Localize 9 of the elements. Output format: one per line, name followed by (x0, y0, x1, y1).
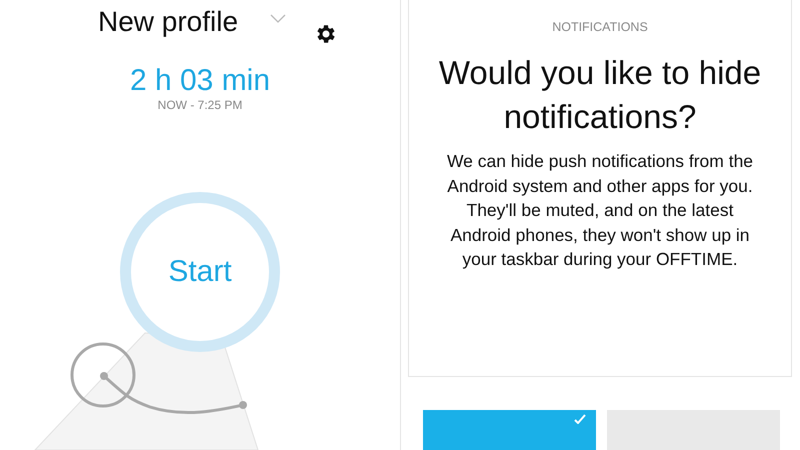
dialog-body: We can hide push notifications from the Android system and other apps for you. They'll be muted, and on the latest Android phones, they won't show up in your taskbar during your OFFTIME. (446, 150, 754, 271)
dialog-heading: NOTIFICATIONS (552, 19, 648, 35)
time-range-text: NOW - 7:25 PM (158, 98, 242, 112)
dialog-title: Would you like to hide notifications? (438, 53, 762, 137)
chevron-down-icon[interactable] (270, 14, 286, 23)
profile-title[interactable]: New profile (98, 4, 238, 40)
confirm-button[interactable] (423, 410, 596, 450)
duration-text: 2 h 03 min (130, 64, 270, 98)
check-icon (574, 414, 586, 424)
